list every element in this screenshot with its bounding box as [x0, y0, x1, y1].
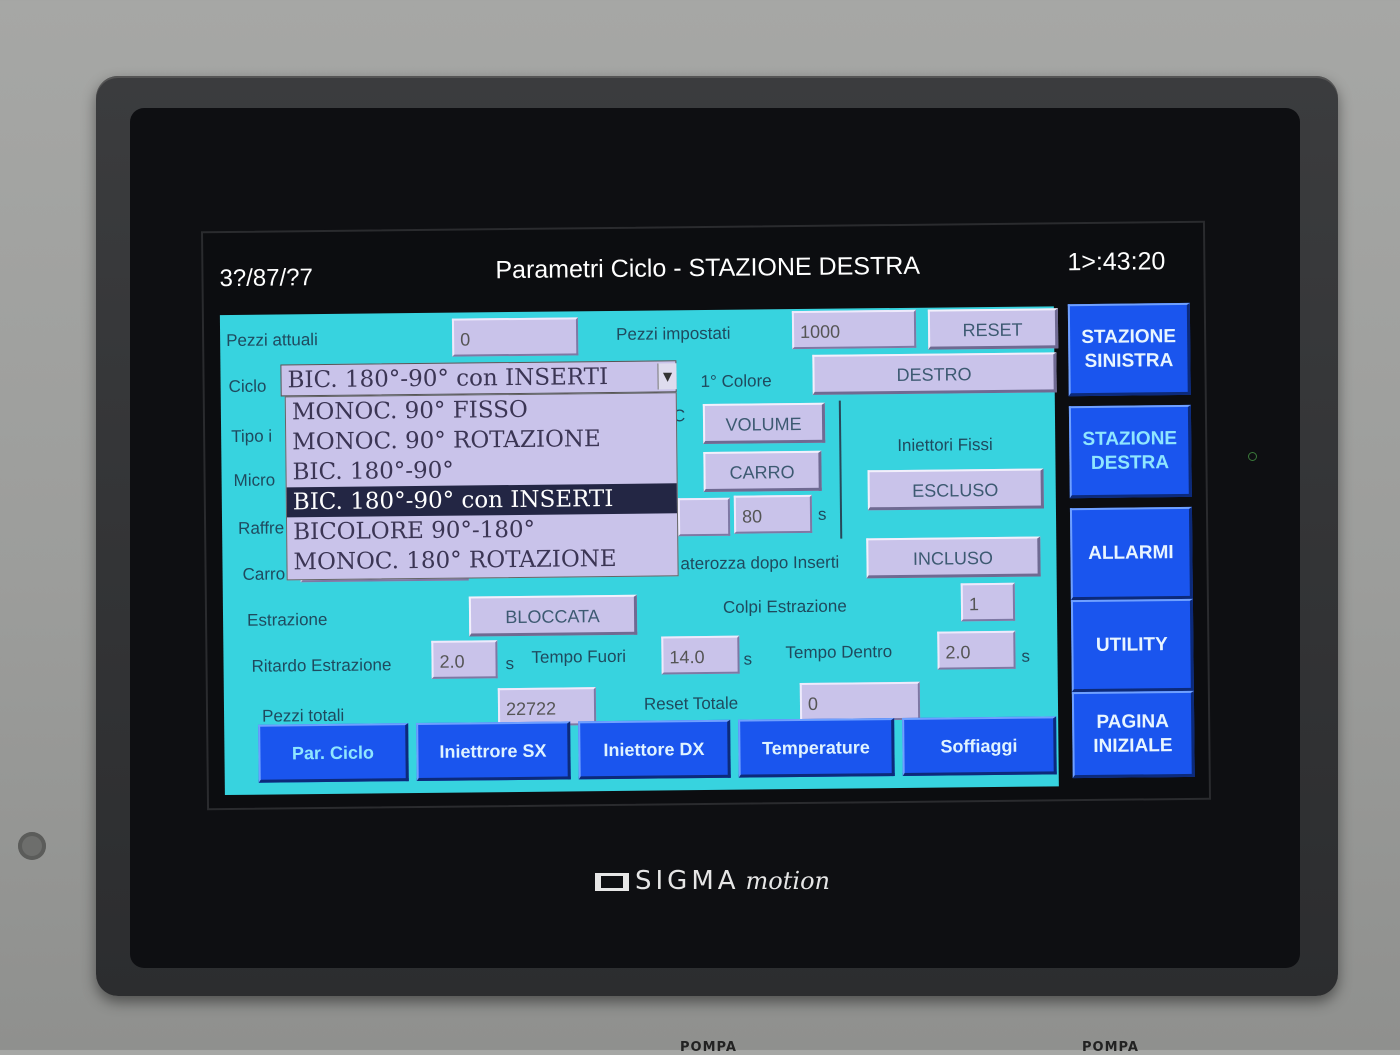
stazione-sinistra-button[interactable]: STAZIONE SINISTRA: [1067, 302, 1191, 397]
tab-par-ciclo[interactable]: Par. Ciclo: [258, 723, 409, 783]
estrazione-label: Estrazione: [246, 609, 328, 630]
pompa-label-right: POMPA: [1082, 1040, 1139, 1055]
ciclo-option[interactable]: BICOLORE 90°-180°: [287, 513, 677, 547]
estrazione-button[interactable]: BLOCCATA: [468, 594, 638, 637]
pezzi-impostati-label: Pezzi impostati: [615, 323, 731, 344]
tab-iniettore-sx[interactable]: Iniettrore SX: [416, 721, 571, 782]
header-date: 3?/87/?7: [219, 264, 314, 293]
raffreddamento-field[interactable]: 80: [733, 494, 813, 534]
raffreddamento-unit: s: [817, 504, 827, 524]
tab-iniettore-dx[interactable]: Iniettore DX: [578, 719, 731, 780]
allarmi-button[interactable]: ALLARMI: [1069, 506, 1193, 601]
ciclo-options-list: MONOC. 90° FISSO MONOC. 90° ROTAZIONE BI…: [284, 392, 679, 581]
ciclo-option[interactable]: MONOC. 180° ROTAZIONE: [287, 543, 677, 577]
device-brand: SIGMA motion: [595, 866, 830, 896]
brand-script: motion: [745, 867, 830, 895]
primo-colore-button[interactable]: DESTRO: [812, 352, 1057, 395]
volume-button[interactable]: VOLUME: [702, 402, 826, 445]
tempo-fuori-unit: s: [743, 649, 753, 669]
materozza-button[interactable]: INCLUSO: [866, 536, 1041, 579]
ciclo-option[interactable]: MONOC. 90° ROTAZIONE: [286, 423, 676, 457]
tempo-dentro-unit: s: [1021, 646, 1031, 666]
ciclo-option-selected[interactable]: BIC. 180°-90° con INSERTI: [286, 483, 677, 518]
tab-soffiaggi[interactable]: Soffiaggi: [902, 716, 1057, 776]
iniettori-fissi-button[interactable]: ESCLUSO: [867, 468, 1044, 511]
header-time: 1>:43:20: [1067, 247, 1166, 277]
carro-button[interactable]: CARRO: [703, 450, 822, 493]
tempo-fuori-field[interactable]: 14.0: [661, 635, 740, 675]
raffreddamento-label: Raffre: [238, 518, 285, 538]
ritardo-estrazione-unit: s: [505, 654, 515, 674]
colpi-estrazione-label: Colpi Estrazione: [722, 596, 847, 617]
tab-temperature[interactable]: Temperature: [738, 718, 895, 778]
pezzi-attuali-field[interactable]: 0: [451, 317, 579, 357]
ciclo-option[interactable]: BIC. 180°-90°: [286, 453, 676, 487]
iniettori-fissi-label: Iniettori Fissi: [897, 434, 993, 455]
reset-totale-label: Reset Totale: [643, 693, 739, 714]
tempo-dentro-field[interactable]: 2.0: [937, 630, 1016, 670]
page-title: Parametri Ciclo - STAZIONE DESTRA: [495, 251, 921, 285]
pezzi-impostati-field[interactable]: 1000: [791, 309, 917, 350]
materozza-label: aterozza dopo Inserti: [680, 552, 840, 574]
ciclo-label: Ciclo: [228, 376, 267, 396]
pompa-label-left: POMPA: [680, 1040, 737, 1055]
tempo-dentro-label: Tempo Dentro: [785, 642, 893, 663]
tempo-fuori-label: Tempo Fuori: [531, 646, 627, 667]
pezzi-attuali-label: Pezzi attuali: [226, 330, 318, 351]
tipo-label: Tipo i: [231, 426, 273, 446]
status-led: [1248, 452, 1257, 461]
ciclo-option[interactable]: MONOC. 90° FISSO: [286, 393, 676, 427]
primo-colore-label: 1° Colore: [700, 371, 772, 392]
utility-button[interactable]: UTILITY: [1070, 598, 1194, 693]
panel-bolt: [18, 832, 46, 860]
reset-totale-field[interactable]: 0: [799, 681, 921, 722]
reset-button[interactable]: RESET: [927, 308, 1059, 350]
micro-label: Micro: [233, 470, 276, 490]
carro-label: Carro: [242, 564, 286, 584]
ritardo-estrazione-label: Ritardo Estrazione: [251, 655, 392, 676]
raffreddamento-field-hidden[interactable]: [677, 497, 731, 537]
divider-line: [838, 400, 843, 539]
brand-name: SIGMA: [635, 866, 740, 896]
stazione-destra-button[interactable]: STAZIONE DESTRA: [1068, 404, 1192, 499]
chevron-down-icon[interactable]: ▼: [657, 363, 677, 390]
ciclo-select[interactable]: BIC. 180°-90° con INSERTI ▼: [280, 360, 677, 397]
ritardo-estrazione-field[interactable]: 2.0: [431, 640, 498, 679]
sigma-logo-icon: [595, 872, 629, 891]
ciclo-selected-value: BIC. 180°-90° con INSERTI: [287, 364, 609, 394]
pagina-iniziale-button[interactable]: PAGINA INIZIALE: [1071, 690, 1195, 779]
touch-screen: 3?/87/?7 Parametri Ciclo - STAZIONE DEST…: [200, 220, 1212, 811]
colpi-estrazione-field[interactable]: 1: [960, 582, 1016, 622]
